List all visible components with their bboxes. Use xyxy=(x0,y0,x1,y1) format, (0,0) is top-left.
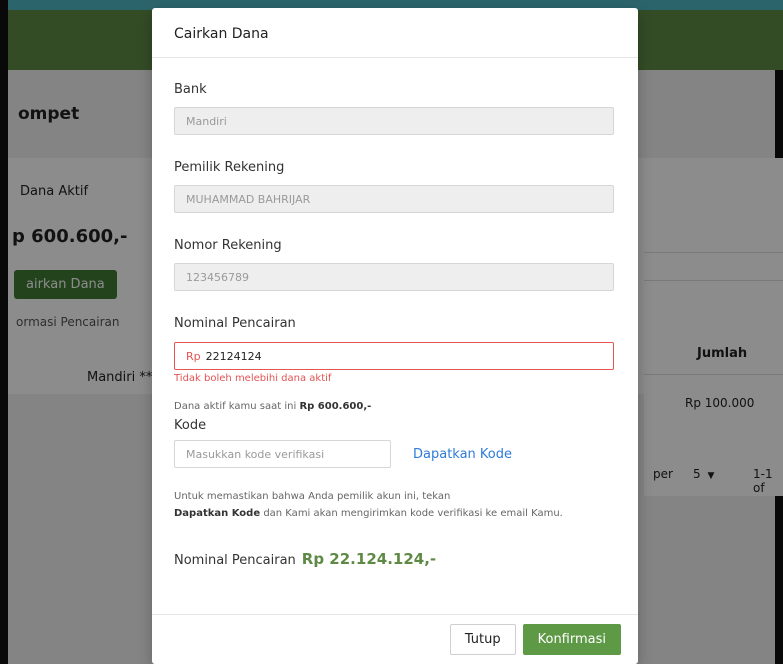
account-number-label: Nomor Rekening xyxy=(174,238,282,253)
active-balance-value: Rp 600.600,- xyxy=(299,401,372,412)
code-row: Dapatkan Kode xyxy=(174,440,616,468)
code-label: Kode xyxy=(174,418,207,433)
total-label: Nominal Pencairan xyxy=(174,553,296,568)
account-number-field: 123456789 xyxy=(174,263,614,291)
verification-info: Untuk memastikan bahwa Anda pemilik akun… xyxy=(174,488,616,522)
nominal-input-value: 22124124 xyxy=(205,349,262,363)
active-balance-hint: Dana aktif kamu saat ini Rp 600.600,- xyxy=(174,401,616,412)
total-value: Rp 22.124.124,- xyxy=(301,550,437,568)
close-button[interactable]: Tutup xyxy=(449,624,516,655)
modal-body: Bank Mandiri Pemilik Rekening MUHAMMAD B… xyxy=(152,58,638,568)
nominal-error-message: Tidak boleh melebihi dana aktif xyxy=(174,373,332,384)
active-balance-text: Dana aktif kamu saat ini xyxy=(174,401,297,412)
owner-field: MUHAMMAD BAHRIJAR xyxy=(174,185,614,213)
total-row: Nominal Pencairan Rp 22.124.124,- xyxy=(174,550,616,568)
info-text-1: Untuk memastikan bahwa Anda pemilik akun… xyxy=(174,491,451,502)
info-text-2: dan Kami akan mengirimkan kode verifikas… xyxy=(263,508,563,519)
get-code-link[interactable]: Dapatkan Kode xyxy=(413,447,512,462)
owner-label: Pemilik Rekening xyxy=(174,160,285,175)
confirm-button[interactable]: Konfirmasi xyxy=(522,624,621,655)
nominal-label: Nominal Pencairan xyxy=(174,316,296,331)
bank-label: Bank xyxy=(174,82,207,97)
currency-prefix: Rp xyxy=(186,349,201,363)
info-bold: Dapatkan Kode xyxy=(174,508,261,519)
modal-header: Cairkan Dana xyxy=(152,8,638,58)
withdraw-modal: Cairkan Dana Bank Mandiri Pemilik Rekeni… xyxy=(152,8,638,664)
modal-footer: Tutup Konfirmasi xyxy=(152,614,638,664)
nominal-input[interactable]: Rp 22124124 xyxy=(174,342,614,370)
bank-field: Mandiri xyxy=(174,107,614,135)
verification-code-input[interactable] xyxy=(174,440,391,468)
modal-title: Cairkan Dana xyxy=(174,26,269,42)
